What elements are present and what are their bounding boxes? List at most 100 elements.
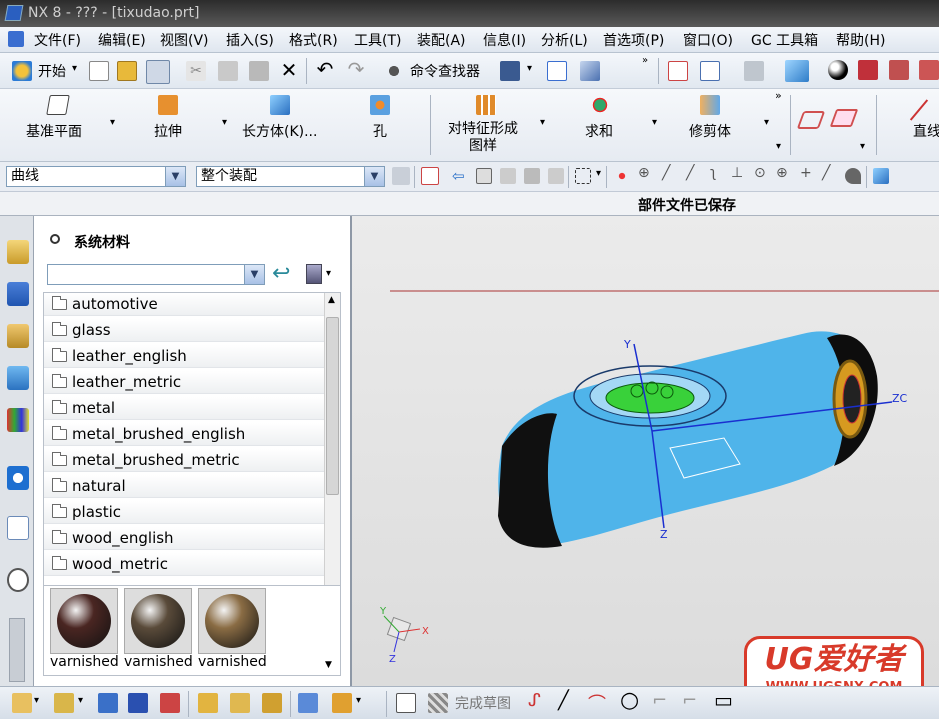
history-icon[interactable] [7, 568, 29, 592]
snap-control-icon[interactable]: ╱ [686, 165, 694, 181]
snap-midpoint-icon[interactable]: ╱ [662, 165, 670, 181]
sketch-chamfer-icon[interactable]: ⌐ [682, 690, 697, 711]
constraint-navigator-icon[interactable] [7, 282, 29, 306]
sketch-fillet-icon[interactable]: ⌐ [652, 690, 667, 711]
unite-icon[interactable] [590, 95, 610, 115]
list-item[interactable]: glass [44, 319, 326, 342]
constraint-icon[interactable] [160, 693, 180, 713]
redo-icon[interactable]: ↷ [346, 59, 366, 79]
chevron-down-icon[interactable]: ▼ [364, 167, 384, 186]
scroll-up-icon[interactable]: ▲ [328, 295, 335, 305]
sketch-line-icon[interactable]: ╱ [558, 690, 569, 711]
shade-mode-icon[interactable] [744, 61, 764, 81]
material-thumbnail[interactable] [50, 588, 118, 654]
list-item[interactable]: plastic [44, 501, 326, 524]
unite-button[interactable]: 求和 [585, 121, 613, 141]
snap-quadrant-icon[interactable]: ⊕ [776, 165, 788, 181]
start-icon[interactable] [12, 61, 32, 81]
block-button[interactable]: 长方体(K)... [242, 121, 317, 141]
sketch-icon[interactable] [396, 693, 416, 713]
menu-help[interactable]: 帮助(H) [836, 30, 885, 50]
return-arrow-icon[interactable]: ↩ [272, 263, 290, 285]
list-item[interactable]: leather_metric [44, 371, 326, 394]
assembly-icon[interactable] [12, 693, 32, 713]
wave-link-icon[interactable] [262, 693, 282, 713]
assembly-dropdown[interactable]: ▾ [34, 695, 39, 706]
surface-icon[interactable] [796, 111, 826, 129]
sequence-icon[interactable] [298, 693, 318, 713]
surface-offset-icon[interactable] [829, 109, 859, 127]
start-button[interactable]: 开始 [38, 61, 66, 81]
fit-view-icon[interactable] [700, 61, 720, 81]
list-item[interactable]: automotive [44, 293, 326, 316]
list-scrollbar[interactable]: ▲ [324, 293, 340, 585]
material-thumbnail[interactable] [198, 588, 266, 654]
menu-insert[interactable]: 插入(S) [226, 30, 274, 50]
trim-body-icon[interactable] [700, 95, 720, 115]
assembly-navigator-icon[interactable] [7, 240, 29, 264]
list-item[interactable]: metal_brushed_english [44, 423, 326, 446]
save-icon[interactable] [146, 60, 170, 84]
line-button[interactable]: 直线 [913, 121, 939, 141]
snap-endpoint-icon[interactable]: ⊕ [638, 165, 650, 181]
new-file-icon[interactable] [89, 61, 109, 81]
extrude-dropdown[interactable]: ▾ [222, 117, 227, 128]
snap-on-face-icon[interactable] [845, 168, 861, 184]
wcs-display-icon[interactable] [547, 61, 567, 81]
snap-point-icon[interactable] [421, 167, 439, 185]
body-filter-icon[interactable] [476, 168, 492, 184]
app-menu-icon[interactable] [8, 31, 24, 47]
wcs-origin-icon[interactable] [668, 61, 688, 81]
add-component-dropdown[interactable]: ▾ [78, 695, 83, 706]
scroll-down-icon[interactable]: ▼ [325, 660, 332, 670]
snap-existing-point-icon[interactable]: + [800, 165, 812, 181]
snap-all-icon[interactable] [614, 168, 630, 184]
menu-view[interactable]: 视图(V) [160, 30, 209, 50]
hole-icon[interactable] [370, 95, 390, 115]
menu-preferences[interactable]: 首选项(P) [603, 30, 664, 50]
sketch-arc-icon[interactable]: ⌒ [588, 690, 606, 716]
snap-arc-center-icon[interactable]: ⊙ [754, 165, 766, 181]
binoculars-icon[interactable] [384, 61, 404, 81]
sketch-circle-icon[interactable]: ○ [620, 688, 639, 713]
trim-body-button[interactable]: 修剪体 [689, 121, 731, 141]
list-item[interactable]: metal_brushed_metric [44, 449, 326, 472]
quick-pick-icon[interactable] [873, 168, 889, 184]
menu-window[interactable]: 窗口(O) [683, 30, 733, 50]
cut-icon[interactable]: ✂ [186, 61, 206, 81]
finish-sketch-icon[interactable] [428, 693, 448, 713]
extrude-button[interactable]: 拉伸 [154, 121, 182, 141]
paste-icon[interactable] [249, 61, 269, 81]
info-icon[interactable] [7, 466, 29, 490]
menu-edit[interactable]: 编辑(E) [98, 30, 146, 50]
snap-on-curve-icon[interactable]: ╱ [822, 165, 830, 181]
orient-view-icon[interactable] [580, 61, 600, 81]
cube-red-icon[interactable] [858, 60, 878, 80]
more-dropdown[interactable]: ▾ [776, 141, 781, 152]
trim-body-dropdown[interactable]: ▾ [764, 117, 769, 128]
highlighted-button[interactable] [605, 382, 695, 414]
menu-tools[interactable]: 工具(T) [354, 30, 401, 50]
menu-assembly[interactable]: 装配(A) [417, 30, 466, 50]
datum-plane-button[interactable]: 基准平面 [26, 121, 82, 141]
render-style-icon[interactable] [785, 60, 809, 82]
chevron-down-icon[interactable]: ▼ [165, 167, 185, 186]
menu-gc-toolbox[interactable]: GC 工具箱 [751, 30, 818, 50]
pattern-feature-button[interactable]: 对特征形成 图样 [448, 121, 518, 155]
profile-icon[interactable]: ᔑ [528, 690, 541, 711]
rect-select-dropdown[interactable]: ▾ [596, 168, 601, 179]
menu-format[interactable]: 格式(R) [289, 30, 338, 50]
snap-intersection-icon[interactable]: ʅ [710, 165, 716, 181]
material-search-input[interactable]: ▼ [47, 264, 265, 285]
save-dropdown-arrow[interactable]: ▾ [527, 63, 532, 74]
save-as-icon[interactable] [500, 61, 520, 81]
pin-icon[interactable] [50, 234, 60, 244]
mate-icon[interactable] [98, 693, 118, 713]
command-finder-button[interactable]: 命令查找器 [410, 61, 480, 81]
web-browser-icon[interactable] [7, 516, 29, 540]
surface-dropdown[interactable]: ▾ [860, 141, 865, 152]
view-options-icon[interactable] [306, 264, 322, 284]
toolbar-overflow-arrow[interactable]: » [642, 55, 648, 66]
chevron-down-icon[interactable]: ▼ [244, 265, 264, 284]
add-component-icon[interactable] [54, 693, 74, 713]
